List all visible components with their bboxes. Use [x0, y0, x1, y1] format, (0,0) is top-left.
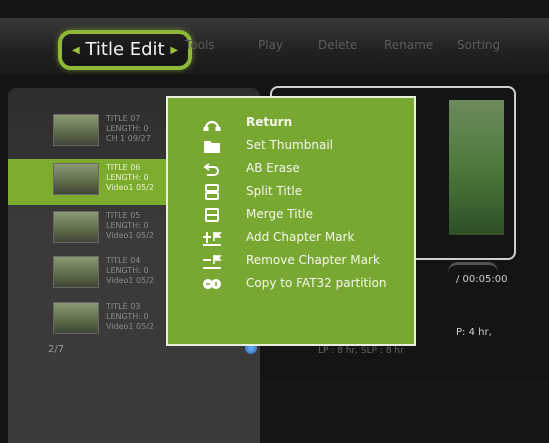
- page-indicator: 2/7: [48, 344, 65, 355]
- title-name: TITLE 04: [106, 256, 141, 265]
- title-info: Video1 05/2: [106, 276, 155, 285]
- info-footer: [262, 380, 549, 443]
- title-thumbnail: [53, 114, 99, 146]
- menu-label: Split Title: [246, 184, 303, 198]
- menu-item-merge-title[interactable]: Merge Title: [168, 204, 414, 227]
- split-icon: [205, 184, 219, 200]
- title-info: Video1 05/2: [106, 231, 155, 240]
- menu-item-split-title[interactable]: Split Title: [168, 181, 414, 204]
- progress-arc: [448, 262, 498, 273]
- menu-label: Set Thumbnail: [246, 138, 333, 152]
- left-arrow-icon: ◀: [72, 45, 80, 56]
- title-name: TITLE 03: [106, 302, 141, 311]
- video-preview: [449, 100, 504, 235]
- undo-arrow-icon: [203, 163, 219, 176]
- menu-label: Copy to FAT32 partition: [246, 276, 387, 290]
- title-length: LENGTH: 0: [106, 266, 149, 275]
- title-length: LENGTH: 0: [106, 124, 149, 133]
- right-arrow-icon: ▶: [170, 45, 179, 56]
- tab-title-edit[interactable]: ◀ Title Edit ▶: [58, 30, 193, 70]
- title-info: CH 1 09/27: [106, 134, 151, 143]
- tab-title-edit-label: Title Edit: [85, 39, 165, 60]
- tab-rename[interactable]: Rename: [384, 38, 433, 52]
- duration-text: / 00:05:00: [456, 274, 508, 285]
- menu-item-add-chapter-mark[interactable]: Add Chapter Mark: [168, 227, 414, 250]
- title-thumbnail: [53, 163, 99, 195]
- recording-hours-text: P: 4 hr,: [456, 327, 492, 338]
- menu-item-return[interactable]: Return: [168, 112, 414, 135]
- tab-delete[interactable]: Delete: [318, 38, 357, 52]
- lp-slp-text: LP : 8 hr, SLP : 8 hr: [318, 346, 404, 356]
- tab-play[interactable]: Play: [258, 38, 283, 52]
- menu-label: Merge Title: [246, 207, 313, 221]
- title-length: LENGTH: 0: [106, 312, 149, 321]
- menu-item-set-thumbnail[interactable]: Set Thumbnail: [168, 135, 414, 158]
- copy-icon: [203, 279, 221, 289]
- menu-label: Add Chapter Mark: [246, 230, 355, 244]
- title-name: TITLE 07: [106, 114, 141, 123]
- title-info: Video1 05/2: [106, 322, 155, 331]
- title-thumbnail: [53, 211, 99, 243]
- title-name: TITLE 06: [106, 163, 141, 172]
- title-thumbnail: [53, 302, 99, 334]
- title-edit-screen: ◀ Title Edit ▶ Tools Play Delete Rename …: [0, 0, 549, 443]
- return-icon: [203, 120, 221, 131]
- folder-icon: [204, 141, 220, 153]
- title-length: LENGTH: 0: [106, 173, 149, 182]
- merge-icon: [205, 208, 219, 222]
- title-thumbnail: [53, 256, 99, 288]
- title-length: LENGTH: 0: [106, 221, 149, 230]
- menu-item-copy-to-fat32[interactable]: Copy to FAT32 partition: [168, 273, 414, 296]
- remove-chapter-icon: [203, 255, 222, 269]
- tab-sorting[interactable]: Sorting: [457, 38, 500, 52]
- tab-tools[interactable]: Tools: [185, 38, 215, 52]
- title-name: TITLE 05: [106, 211, 141, 220]
- add-chapter-icon: [203, 232, 222, 246]
- menu-item-remove-chapter-mark[interactable]: Remove Chapter Mark: [168, 250, 414, 273]
- menu-label: AB Erase: [246, 161, 300, 175]
- title-info: Video1 05/2: [106, 183, 155, 192]
- title-edit-menu: Return Set Thumbnail AB Erase Split Titl…: [166, 96, 416, 346]
- menu-label: Remove Chapter Mark: [246, 253, 380, 267]
- menu-item-ab-erase[interactable]: AB Erase: [168, 158, 414, 181]
- menu-label: Return: [246, 115, 293, 129]
